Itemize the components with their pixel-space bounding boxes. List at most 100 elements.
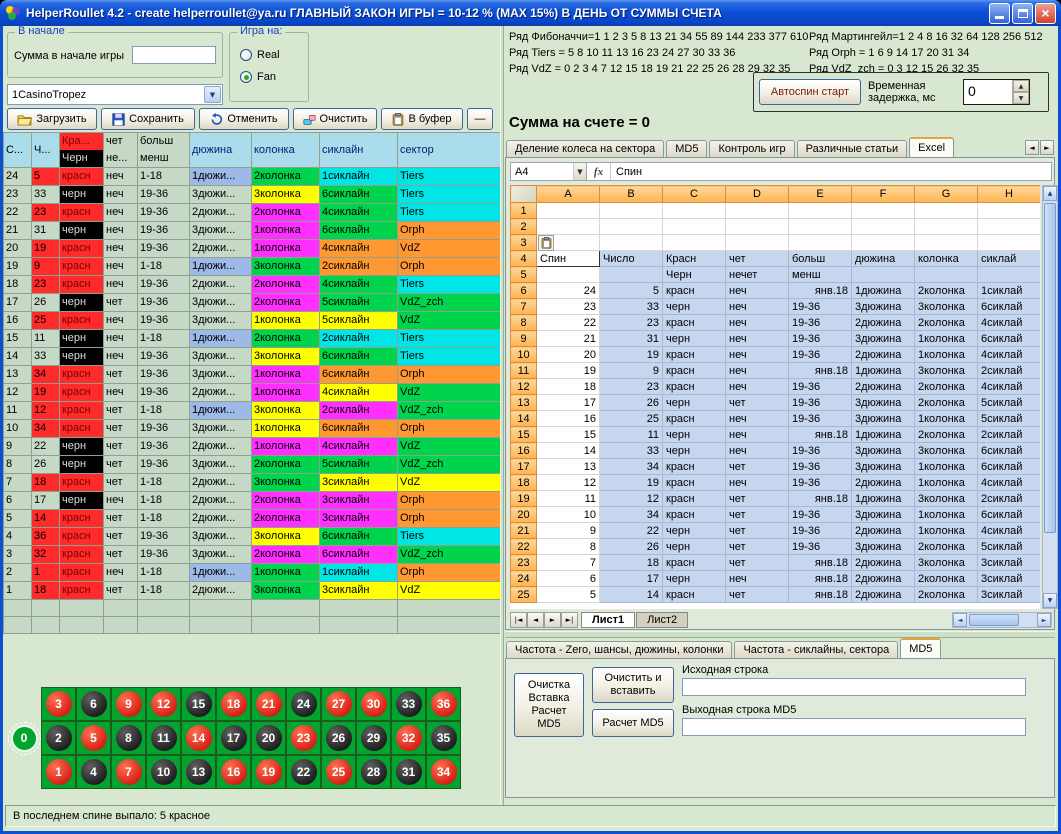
excel-cell-D8[interactable]: неч <box>726 315 789 331</box>
board-cell-35[interactable]: 35 <box>426 721 461 755</box>
excel-row-header-3[interactable]: 3 <box>511 235 537 251</box>
excel-cell-D20[interactable]: чет <box>726 507 789 523</box>
excel-row-header-12[interactable]: 12 <box>511 379 537 395</box>
excel-cell-H14[interactable]: 5сиклай <box>978 411 1041 427</box>
excel-cell-A21[interactable]: 9 <box>537 523 600 539</box>
scroll-up-icon[interactable]: ▲ <box>1043 186 1057 201</box>
excel-cell-H3[interactable] <box>978 235 1041 251</box>
excel-cell-G23[interactable]: 3колонка <box>915 555 978 571</box>
excel-cell-F16[interactable]: 3дюжина <box>852 443 915 459</box>
board-cell-1[interactable]: 1 <box>41 755 76 789</box>
tab-excel[interactable]: Excel <box>909 137 954 157</box>
excel-cell-D4[interactable]: чет <box>726 251 789 267</box>
excel-cell-D13[interactable]: чет <box>726 395 789 411</box>
excel-cell-E8[interactable]: 19-36 <box>789 315 852 331</box>
copy-to-buffer-button[interactable]: В буфер <box>381 108 463 130</box>
board-cell-32[interactable]: 32 <box>391 721 426 755</box>
sheet-nav-prev-button[interactable]: ◄ <box>527 612 544 628</box>
excel-row-header-18[interactable]: 18 <box>511 475 537 491</box>
excel-cell-A19[interactable]: 11 <box>537 491 600 507</box>
excel-cell-F10[interactable]: 2дюжина <box>852 347 915 363</box>
board-cell-13[interactable]: 13 <box>181 755 216 789</box>
board-cell-30[interactable]: 30 <box>356 687 391 721</box>
excel-cell-H19[interactable]: 2сиклай <box>978 491 1041 507</box>
excel-col-header-B[interactable]: B <box>600 186 663 203</box>
excel-cell-G6[interactable]: 2колонка <box>915 283 978 299</box>
excel-cell-A16[interactable]: 14 <box>537 443 600 459</box>
excel-cell-A11[interactable]: 19 <box>537 363 600 379</box>
excel-cell-C22[interactable]: черн <box>663 539 726 555</box>
excel-cell-B2[interactable] <box>600 219 663 235</box>
excel-cell-C12[interactable]: красн <box>663 379 726 395</box>
excel-row-header-5[interactable]: 5 <box>511 267 537 283</box>
md5-block-button[interactable]: Очистка Вставка Расчет MD5 <box>514 673 584 737</box>
excel-cell-H2[interactable] <box>978 219 1041 235</box>
board-cell-11[interactable]: 11 <box>146 721 181 755</box>
excel-cell-F3[interactable] <box>852 235 915 251</box>
board-cell-19[interactable]: 19 <box>251 755 286 789</box>
excel-cell-H24[interactable]: 3сиклай <box>978 571 1041 587</box>
excel-cell-F15[interactable]: 1дюжина <box>852 427 915 443</box>
excel-cell-F17[interactable]: 3дюжина <box>852 459 915 475</box>
excel-cell-F14[interactable]: 3дюжина <box>852 411 915 427</box>
excel-cell-H8[interactable]: 4сиклай <box>978 315 1041 331</box>
sheet-tab-1[interactable]: Лист1 <box>581 612 635 628</box>
excel-cell-A7[interactable]: 23 <box>537 299 600 315</box>
excel-cell-E3[interactable] <box>789 235 852 251</box>
excel-cell-F6[interactable]: 1дюжина <box>852 283 915 299</box>
excel-cell-B11[interactable]: 9 <box>600 363 663 379</box>
excel-cell-H10[interactable]: 4сиклай <box>978 347 1041 363</box>
excel-cell-H15[interactable]: 2сиклай <box>978 427 1041 443</box>
clear-button[interactable]: Очистить <box>293 108 377 130</box>
tab-game-control[interactable]: Контроль игр <box>709 140 794 157</box>
excel-cell-F25[interactable]: 2дюжина <box>852 587 915 603</box>
name-box-dropdown-icon[interactable]: ▼ <box>573 163 587 180</box>
excel-horizontal-scrollbar[interactable]: ◄ ► <box>952 612 1052 628</box>
excel-cell-D7[interactable]: неч <box>726 299 789 315</box>
excel-cell-B25[interactable]: 14 <box>600 587 663 603</box>
excel-cell-G12[interactable]: 2колонка <box>915 379 978 395</box>
excel-cell-F13[interactable]: 3дюжина <box>852 395 915 411</box>
excel-cell-G19[interactable]: 3колонка <box>915 491 978 507</box>
excel-cell-D12[interactable]: неч <box>726 379 789 395</box>
excel-cell-C15[interactable]: черн <box>663 427 726 443</box>
excel-cell-F23[interactable]: 2дюжина <box>852 555 915 571</box>
excel-cell-B21[interactable]: 22 <box>600 523 663 539</box>
excel-cell-C10[interactable]: красн <box>663 347 726 363</box>
excel-cell-F5[interactable] <box>852 267 915 283</box>
tab-freq-chances-dozens[interactable]: Частота - Zero, шансы, дюжины, колонки <box>506 641 732 658</box>
excel-cell-H4[interactable]: сиклай <box>978 251 1041 267</box>
excel-cell-G13[interactable]: 2колонка <box>915 395 978 411</box>
excel-cell-D6[interactable]: неч <box>726 283 789 299</box>
excel-cell-E1[interactable] <box>789 203 852 219</box>
board-cell-8[interactable]: 8 <box>111 721 146 755</box>
board-cell-36[interactable]: 36 <box>426 687 461 721</box>
excel-cell-G14[interactable]: 1колонка <box>915 411 978 427</box>
excel-cell-C4[interactable]: Красн <box>663 251 726 267</box>
excel-cell-C21[interactable]: черн <box>663 523 726 539</box>
excel-cell-A1[interactable] <box>537 203 600 219</box>
board-cell-24[interactable]: 24 <box>286 687 321 721</box>
excel-cell-A4[interactable]: Спин <box>537 251 600 267</box>
excel-row-header-13[interactable]: 13 <box>511 395 537 411</box>
load-button[interactable]: Загрузить <box>7 108 97 130</box>
excel-cell-A17[interactable]: 13 <box>537 459 600 475</box>
title-bar[interactable]: HelperRoullet 4.2 - create helperroullet… <box>0 0 1061 26</box>
excel-cell-G16[interactable]: 3колонка <box>915 443 978 459</box>
excel-cell-B17[interactable]: 34 <box>600 459 663 475</box>
tab-md5-bottom[interactable]: MD5 <box>900 638 941 658</box>
excel-cell-C19[interactable]: красн <box>663 491 726 507</box>
excel-cell-B18[interactable]: 19 <box>600 475 663 491</box>
excel-cell-F24[interactable]: 2дюжина <box>852 571 915 587</box>
excel-cell-E21[interactable]: 19-36 <box>789 523 852 539</box>
collapse-button[interactable]: — <box>467 108 493 130</box>
formula-input[interactable]: Спин <box>611 166 1051 178</box>
excel-cell-H21[interactable]: 4сиклай <box>978 523 1041 539</box>
excel-cell-G17[interactable]: 1колонка <box>915 459 978 475</box>
excel-row-header-24[interactable]: 24 <box>511 571 537 587</box>
excel-cell-C9[interactable]: черн <box>663 331 726 347</box>
close-button[interactable]: × <box>1035 3 1056 24</box>
tab-scroll-right-button[interactable]: ► <box>1040 140 1054 155</box>
excel-cell-A15[interactable]: 15 <box>537 427 600 443</box>
excel-cell-B7[interactable]: 33 <box>600 299 663 315</box>
